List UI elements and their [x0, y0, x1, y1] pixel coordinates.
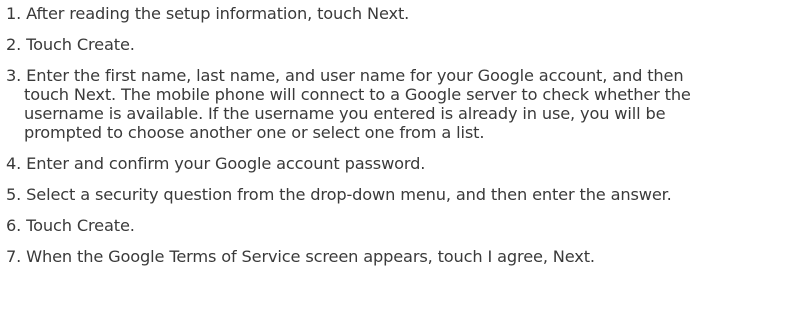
step-keyword: Next: [73, 85, 112, 104]
step-keyword: Create: [76, 216, 130, 235]
step-text: When the: [26, 247, 109, 266]
step-text: Touch: [26, 35, 77, 54]
step-text: touch: [24, 85, 74, 104]
step-number: 6.: [6, 216, 22, 235]
step-6: 6. Touch Create.: [6, 216, 787, 236]
step-text: Select a security question from the drop…: [26, 185, 672, 204]
step-text: username is available. If the username y…: [24, 104, 666, 123]
step-keyword: Google Terms of Service: [108, 247, 301, 266]
step-3-line-4: prompted to choose another one or select…: [24, 123, 787, 143]
step-number: 4.: [6, 154, 22, 173]
step-text: Enter the first name, last name, and use…: [26, 66, 684, 85]
step-number: 3.: [6, 66, 22, 85]
step-number: 5.: [6, 185, 22, 204]
step-keyword: Next: [367, 4, 405, 23]
step-2: 2. Touch Create.: [6, 35, 787, 55]
instruction-page: 1. After reading the setup information, …: [0, 0, 791, 328]
step-text: .: [589, 247, 595, 266]
step-text: After reading the setup information, tou…: [26, 4, 368, 23]
step-3-line-3: username is available. If the username y…: [24, 104, 787, 124]
step-3-line-2: touch Next. The mobile phone will connec…: [24, 85, 787, 105]
step-number: 2.: [6, 35, 22, 54]
step-4: 4. Enter and confirm your Google account…: [6, 154, 787, 174]
step-text: screen appears, touch: [300, 247, 488, 266]
step-number: 1.: [6, 4, 22, 23]
step-text: prompted to choose another one or select…: [24, 123, 485, 142]
step-text: .: [129, 216, 135, 235]
step-text: .: [129, 35, 135, 54]
step-keyword: I agree, Next: [487, 247, 591, 266]
step-7: 7. When the Google Terms of Service scre…: [6, 247, 787, 267]
step-text: Touch: [26, 216, 77, 235]
step-text: . The mobile phone will connect to a Goo…: [111, 85, 691, 104]
step-text: .: [404, 4, 410, 23]
step-text: Enter and confirm your Google account pa…: [26, 154, 426, 173]
step-5: 5. Select a security question from the d…: [6, 185, 787, 205]
step-3: 3. Enter the first name, last name, and …: [6, 66, 787, 86]
step-1: 1. After reading the setup information, …: [6, 4, 787, 24]
step-keyword: Create: [76, 35, 130, 54]
step-number: 7.: [6, 247, 22, 266]
